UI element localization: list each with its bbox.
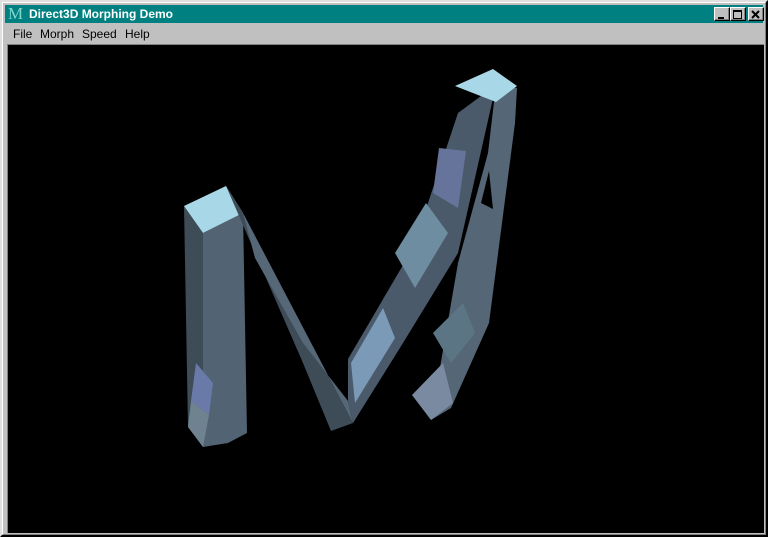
title-bar[interactable]: M Direct3D Morphing Demo (5, 5, 764, 23)
app-icon[interactable]: M (8, 5, 24, 23)
morphing-letter-m (184, 69, 517, 447)
maximize-button[interactable] (730, 7, 746, 21)
menu-help[interactable]: Help (125, 26, 150, 42)
menu-file[interactable]: File (13, 26, 32, 42)
close-icon (751, 10, 760, 19)
minimize-icon (718, 17, 724, 19)
window-title: Direct3D Morphing Demo (29, 7, 174, 21)
menu-bar: File Morph Speed Help (5, 24, 763, 43)
render-viewport[interactable] (7, 44, 764, 533)
minimize-button[interactable] (714, 7, 730, 21)
diagonal-face (243, 213, 353, 423)
close-button[interactable] (748, 7, 764, 21)
maximize-icon (733, 10, 742, 19)
left-leg-face (203, 213, 247, 447)
menu-morph[interactable]: Morph (40, 26, 74, 42)
app-window: M Direct3D Morphing Demo File Morph Spee… (0, 0, 768, 537)
menu-speed[interactable]: Speed (82, 26, 117, 42)
